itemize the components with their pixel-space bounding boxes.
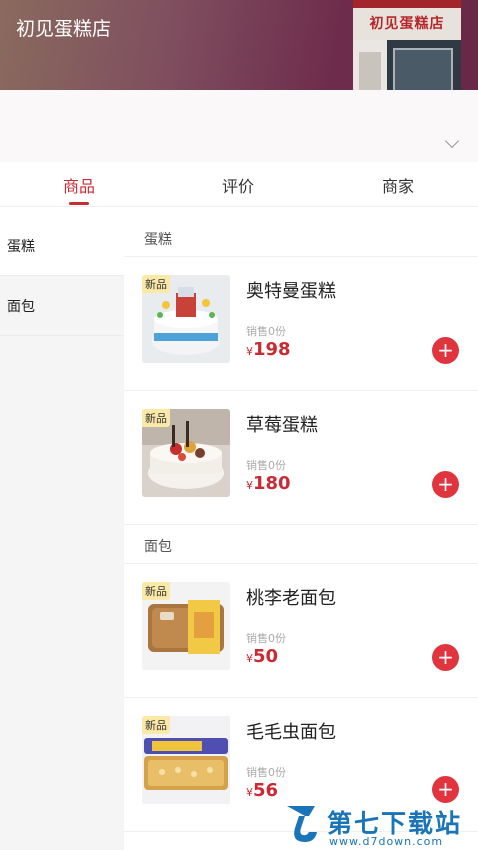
product-image[interactable]: 新品 bbox=[142, 275, 230, 363]
sidebar-item-cake[interactable]: 蛋糕 bbox=[0, 216, 124, 276]
product-item[interactable]: 新品 奥特曼蛋糕 销售0份 ¥198 + bbox=[124, 275, 478, 409]
product-image[interactable]: 新品 bbox=[142, 582, 230, 670]
new-badge: 新品 bbox=[142, 409, 170, 427]
plus-icon: + bbox=[437, 338, 454, 362]
category-sidebar: 蛋糕 面包 bbox=[0, 216, 124, 850]
product-image[interactable]: 新品 bbox=[142, 409, 230, 497]
currency-symbol: ¥ bbox=[246, 652, 253, 665]
watermark-logo-icon bbox=[287, 806, 317, 842]
product-sold-count: 销售0份 bbox=[246, 459, 286, 472]
divider bbox=[124, 256, 478, 257]
add-to-cart-button[interactable]: + bbox=[432, 776, 459, 803]
currency-symbol: ¥ bbox=[246, 345, 253, 358]
currency-symbol: ¥ bbox=[246, 786, 253, 799]
product-item[interactable]: 新品 桃李老面包 销售0份 ¥50 + bbox=[124, 582, 478, 716]
store-title: 初见蛋糕店 bbox=[16, 18, 112, 40]
store-info-area bbox=[0, 90, 478, 162]
product-item[interactable]: 新品 草莓蛋糕 销售0份 ¥180 + bbox=[124, 409, 478, 543]
price-value: 198 bbox=[253, 339, 291, 360]
product-sold-count: 销售0份 bbox=[246, 632, 286, 645]
product-price: ¥50 bbox=[246, 646, 278, 667]
plus-icon: + bbox=[437, 777, 454, 801]
sidebar-item-bread[interactable]: 面包 bbox=[0, 276, 124, 336]
watermark-url: www.d7down.com bbox=[329, 835, 444, 848]
divider bbox=[124, 563, 478, 564]
product-name: 草莓蛋糕 bbox=[246, 415, 318, 436]
add-to-cart-button[interactable]: + bbox=[432, 337, 459, 364]
new-badge: 新品 bbox=[142, 582, 170, 600]
divider bbox=[124, 697, 478, 698]
store-sign-frame bbox=[353, 0, 461, 8]
price-value: 50 bbox=[253, 646, 279, 667]
store-header: 初见蛋糕店 初见蛋糕店 bbox=[0, 0, 478, 103]
section-title-bread: 面包 bbox=[144, 539, 172, 555]
product-name: 桃李老面包 bbox=[246, 588, 336, 609]
new-badge: 新品 bbox=[142, 275, 170, 293]
product-price: ¥56 bbox=[246, 780, 278, 801]
currency-symbol: ¥ bbox=[246, 479, 253, 492]
tab-active-indicator bbox=[69, 202, 89, 205]
product-sold-count: 销售0份 bbox=[246, 325, 286, 338]
tab-products[interactable]: 商品 bbox=[63, 173, 95, 197]
store-pillar-stripe bbox=[359, 52, 381, 92]
product-image[interactable]: 新品 bbox=[142, 716, 230, 804]
watermark: 第七下载站 www.d7down.com bbox=[285, 802, 475, 850]
section-title-cake: 蛋糕 bbox=[144, 232, 172, 248]
add-to-cart-button[interactable]: + bbox=[432, 471, 459, 498]
plus-icon: + bbox=[437, 472, 454, 496]
product-name: 毛毛虫面包 bbox=[246, 722, 336, 743]
tab-merchant[interactable]: 商家 bbox=[382, 173, 414, 197]
product-price: ¥198 bbox=[246, 339, 291, 360]
tab-bar: 商品 评价 商家 bbox=[0, 162, 478, 207]
price-value: 56 bbox=[253, 780, 279, 801]
divider bbox=[124, 524, 478, 525]
product-sold-count: 销售0份 bbox=[246, 766, 286, 779]
plus-icon: + bbox=[437, 645, 454, 669]
product-list: 蛋糕 新品 奥特曼蛋糕 销售0份 ¥198 + 新品 草莓蛋糕 销售0份 ¥18… bbox=[124, 216, 478, 850]
product-price: ¥180 bbox=[246, 473, 291, 494]
price-value: 180 bbox=[253, 473, 291, 494]
add-to-cart-button[interactable]: + bbox=[432, 644, 459, 671]
tab-reviews[interactable]: 评价 bbox=[222, 173, 254, 197]
store-sign-text: 初见蛋糕店 bbox=[353, 8, 461, 40]
store-photo[interactable]: 初见蛋糕店 bbox=[353, 0, 461, 103]
divider bbox=[124, 390, 478, 391]
new-badge: 新品 bbox=[142, 716, 170, 734]
product-name: 奥特曼蛋糕 bbox=[246, 281, 336, 302]
